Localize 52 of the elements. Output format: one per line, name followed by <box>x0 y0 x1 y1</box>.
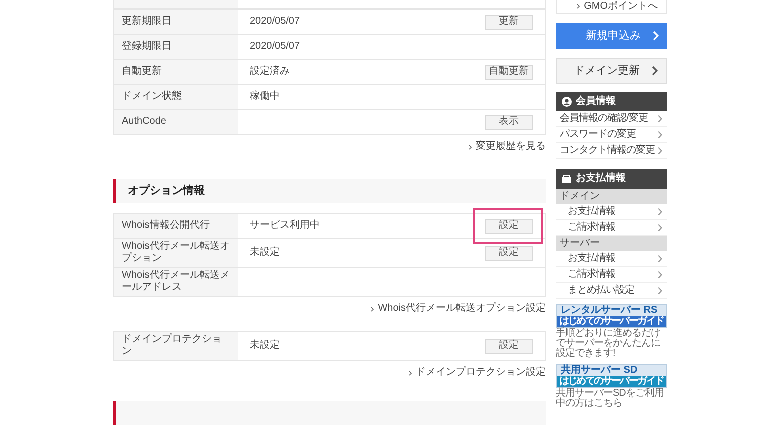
chevron-right-icon <box>409 370 412 376</box>
sidebar-link[interactable]: ご請求情報 <box>556 220 667 236</box>
row-button[interactable]: 設定 <box>485 338 533 354</box>
wallet-icon <box>562 174 572 184</box>
row-button[interactable]: 設定 <box>485 246 533 260</box>
text-link[interactable]: 変更履歴を見る <box>476 141 546 153</box>
banner[interactable]: 共用サーバー SD はじめてのサーバーガイド <box>556 364 667 388</box>
row-button[interactable]: 設定 <box>485 218 533 234</box>
row-value: 未設定 <box>250 247 280 259</box>
row-label: Whois代行メール転送オプション <box>114 239 238 267</box>
sidebar-button[interactable]: 新規申込み <box>556 23 667 49</box>
row-value: 設定済み <box>250 66 290 78</box>
row-label: AuthCode <box>114 110 238 134</box>
row-value: 稼働中 <box>250 91 280 103</box>
sidebar-link[interactable]: お支払情報 <box>556 251 667 267</box>
row-value: サービス利用中 <box>250 220 320 232</box>
row-label: 自動更新 <box>114 60 238 84</box>
sidebar-link[interactable]: お支払情報 <box>556 204 667 220</box>
sidebar-link[interactable]: 会員情報の確認/変更 <box>556 111 667 127</box>
banner-caption: 共用サーバーSDをご利用中の方はこちら <box>556 389 665 409</box>
chevron-right-icon <box>652 66 658 76</box>
text-link[interactable]: Whois代行メール転送オプション設定 <box>378 303 546 315</box>
banner-caption: 手順どおりに進めるだけでサーバーをかんたんに設定できます! <box>556 329 662 359</box>
sidebar-link[interactable]: ご請求情報 <box>556 267 667 283</box>
chevron-right-icon <box>653 31 659 41</box>
person-icon <box>562 96 572 106</box>
sidebar-button[interactable]: ドメイン更新 <box>556 58 667 84</box>
chevron-right-icon <box>371 306 374 312</box>
row-label: 登録期限日 <box>114 35 238 59</box>
group-header: ドメイン <box>556 189 667 204</box>
row-value: 2020/05/07 <box>250 41 300 53</box>
group-header: サーバー <box>556 236 667 251</box>
section-header: オプション情報 <box>113 179 546 203</box>
row-button[interactable]: 表示 <box>485 114 533 130</box>
row-label: ドメインプロテクション <box>114 332 238 360</box>
banner[interactable]: レンタルサーバー RS はじめてのサーバーガイド <box>556 304 667 328</box>
panel-header: 会員情報 <box>556 92 667 111</box>
row-button[interactable]: 更新 <box>485 14 533 30</box>
chevron-right-icon <box>577 4 580 9</box>
panel-header: お支払情報 <box>556 169 667 189</box>
row-button[interactable]: 自動更新 <box>485 64 533 80</box>
chevron-right-icon <box>469 144 472 150</box>
row-label: Whois情報公開代行 <box>114 214 238 238</box>
text-link[interactable]: ドメインプロテクション設定 <box>416 367 546 379</box>
sidebar-link[interactable]: コンタクト情報の変更 <box>556 143 667 159</box>
row-value: 2020/05/07 <box>250 16 300 28</box>
sidebar-link[interactable]: パスワードの変更 <box>556 127 667 143</box>
row-value: 未設定 <box>250 340 280 352</box>
sidebar-link[interactable]: まとめ払い設定 <box>556 283 667 299</box>
row-label: Whois代行メール転送メールアドレス <box>114 268 238 296</box>
row-label: 更新期限日 <box>114 10 238 34</box>
row-label: ドメイン状態 <box>114 85 238 109</box>
